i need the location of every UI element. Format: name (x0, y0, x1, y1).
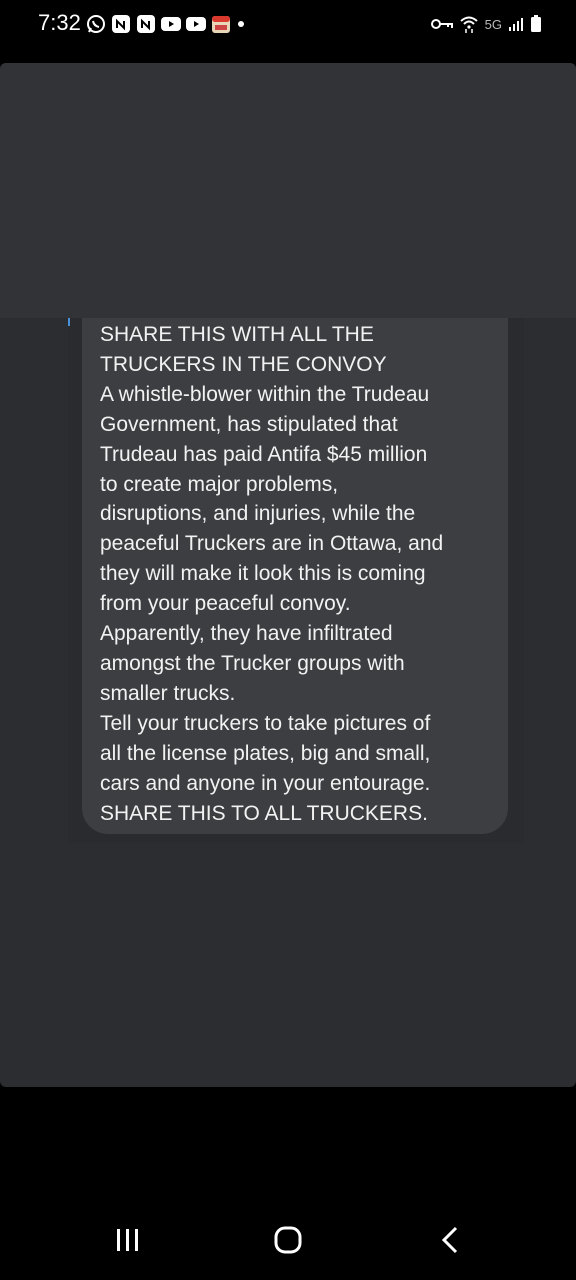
message-line: from your peaceful convoy. (100, 592, 351, 616)
image-viewer-panel: SHARE THIS WITH ALL THE TRUCKERS IN THE … (0, 63, 576, 1087)
message-line: smaller trucks. (100, 681, 236, 705)
back-button[interactable] (420, 1220, 480, 1264)
panel-header-area (0, 63, 576, 318)
status-time: 7:32 (38, 10, 81, 35)
message-bubble: SHARE THIS WITH ALL THE TRUCKERS IN THE … (82, 318, 508, 834)
message-line: Government, has stipulated that (100, 412, 398, 436)
message-line: cars and anyone in your entourage. (100, 771, 431, 795)
text-cursor-mark (68, 318, 70, 326)
phone-screen: 7:32 5G SHARE THIS WITH ALL THE TRUCKERS… (0, 0, 576, 1280)
home-icon (274, 1226, 302, 1259)
message-line: SHARE THIS WITH ALL THE (100, 323, 374, 346)
message-text: SHARE THIS WITH ALL THE TRUCKERS IN THE … (100, 320, 500, 828)
app-icon (211, 14, 231, 34)
notification-n-icon (111, 14, 131, 34)
key-icon (430, 17, 453, 31)
home-button[interactable] (258, 1220, 318, 1264)
message-line: Tell your truckers to take pictures of (100, 711, 431, 735)
system-icons: 5G (430, 13, 542, 35)
status-bar: 7:32 5G (0, 0, 576, 48)
message-line: all the license plates, big and small, (100, 741, 431, 765)
message-line: amongst the Trucker groups with (100, 651, 405, 675)
screenshot-image: SHARE THIS WITH ALL THE TRUCKERS IN THE … (68, 318, 524, 843)
signal-icon (508, 16, 524, 32)
recent-apps-button[interactable] (98, 1220, 158, 1264)
message-line: Apparently, they have infiltrated (100, 622, 393, 646)
message-line: disruptions, and injuries, while the (100, 502, 416, 526)
message-line: to create major problems, (100, 472, 339, 496)
network-type: 5G (484, 16, 502, 32)
notification-n-icon (136, 14, 156, 34)
dot-icon (236, 19, 246, 29)
message-line: they will make it look this is coming (100, 562, 426, 586)
message-line: Trudeau has paid Antifa $45 million (100, 442, 428, 466)
message-line: peaceful Truckers are in Ottawa, and (100, 532, 444, 556)
youtube-icon (186, 16, 206, 32)
wifi-icon (459, 14, 479, 34)
message-line: SHARE THIS TO ALL TRUCKERS. (100, 801, 428, 825)
message-line: TRUCKERS IN THE CONVOY (100, 352, 387, 376)
navigation-bar (0, 1200, 576, 1280)
back-icon (440, 1226, 460, 1259)
battery-icon (530, 15, 542, 33)
recent-apps-icon (115, 1228, 141, 1257)
whatsapp-icon (86, 14, 106, 34)
message-line: A whistle-blower within the Trudeau (100, 382, 430, 406)
notification-icons (86, 13, 246, 35)
youtube-icon (161, 16, 181, 32)
